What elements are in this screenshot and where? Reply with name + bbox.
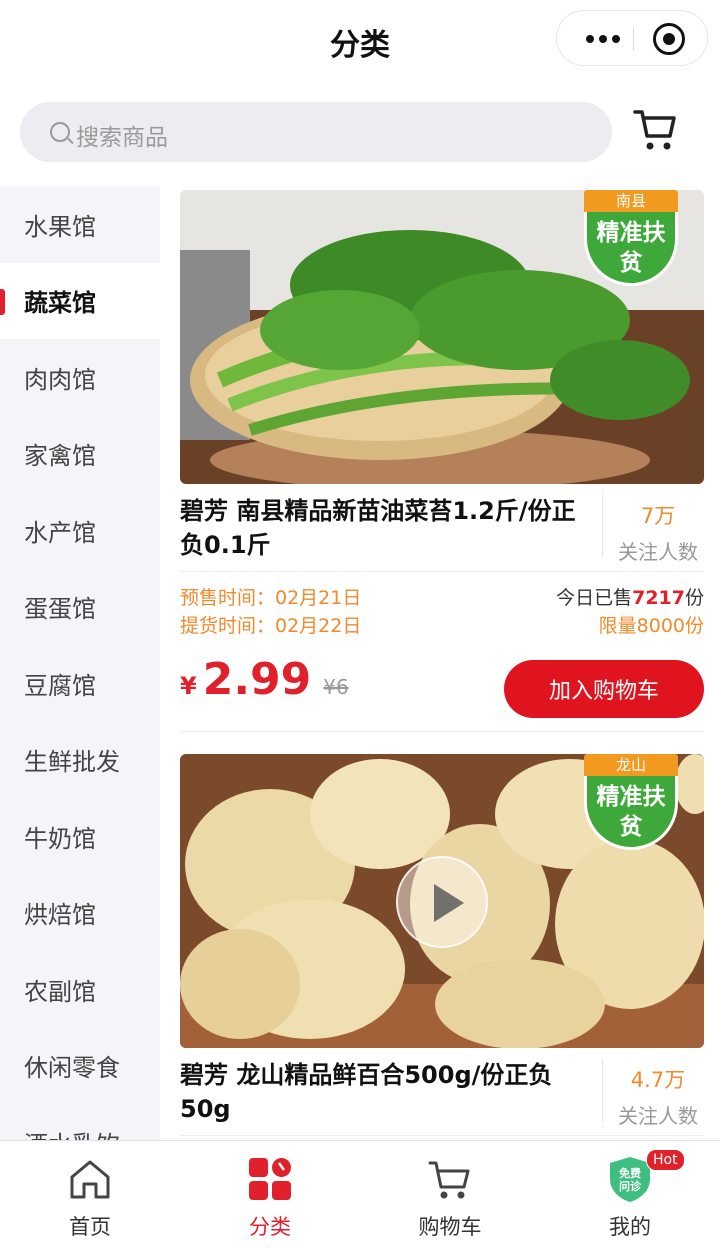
badge-text: 精准扶贫 [584, 212, 678, 286]
presale-times: 预售时间：02月21日 提货时间：02月22日 [180, 584, 361, 640]
category-sidebar: 水果馆 蔬菜馆 肉肉馆 家禽馆 水产馆 蛋蛋馆 豆腐馆 生鲜批发 牛奶馆 烘焙馆… [0, 186, 160, 1140]
tab-category[interactable]: 分类 [180, 1141, 360, 1248]
title-divider [602, 1058, 603, 1122]
sidebar-item-vegetable[interactable]: 蔬菜馆 [0, 262, 160, 339]
fans-info: 4.7万 关注人数 [612, 1064, 704, 1129]
poverty-relief-badge: 龙山 精准扶贫 [584, 754, 678, 850]
close-target-icon[interactable] [653, 23, 685, 55]
product-image-greens[interactable]: 南县 精准扶贫 [180, 190, 704, 484]
fans-count: 4.7万 [630, 1068, 686, 1092]
sidebar-item-drinks[interactable]: 酒水乳饮 [0, 1104, 160, 1140]
sidebar-item-milk[interactable]: 牛奶馆 [0, 798, 160, 875]
tab-label: 购物车 [418, 1215, 482, 1239]
product-title[interactable]: 碧芳 龙山精品鲜百合500g/份正负50g [180, 1058, 580, 1126]
original-price: ¥6 [323, 675, 349, 699]
nav-header: 分类 [0, 0, 720, 80]
search-icon [50, 122, 70, 142]
search-placeholder: 搜索商品 [76, 125, 168, 151]
price-value: 2.99 [202, 654, 312, 705]
sidebar-item-snacks[interactable]: 休闲零食 [0, 1028, 160, 1105]
tab-cart[interactable]: 购物车 [360, 1141, 540, 1248]
home-icon [70, 1160, 110, 1199]
presale-time: 预售时间：02月21日 [180, 587, 362, 609]
sidebar-item-farm[interactable]: 农副馆 [0, 951, 160, 1028]
badge-text: 精准扶贫 [584, 776, 678, 850]
product-title-row: 碧芳 龙山精品鲜百合500g/份正负50g 4.7万 关注人数 [180, 1048, 704, 1136]
product-title[interactable]: 碧芳 南县精品新苗油菜苔1.2斤/份正负0.1斤 [180, 494, 580, 562]
tab-label: 分类 [249, 1215, 291, 1239]
hot-badge: Hot [646, 1149, 685, 1171]
poverty-relief-badge: 南县 精准扶贫 [584, 190, 678, 286]
mini-program-capsule [556, 10, 708, 66]
sidebar-item-poultry[interactable]: 家禽馆 [0, 416, 160, 493]
sidebar-item-fruit[interactable]: 水果馆 [0, 186, 160, 263]
cart-icon[interactable] [632, 104, 678, 154]
sidebar-item-eggs[interactable]: 蛋蛋馆 [0, 569, 160, 646]
icon-text-line2: 问诊 [619, 1179, 642, 1193]
sales-info: 今日已售7217份 限量8000份 [556, 584, 704, 640]
sold-today: 今日已售7217份 [556, 584, 704, 612]
sold-count: 7217 [632, 587, 685, 609]
sidebar-item-meat[interactable]: 肉肉馆 [0, 339, 160, 416]
sidebar-item-bakery[interactable]: 烘焙馆 [0, 875, 160, 952]
product-card[interactable]: 南县 精准扶贫 碧芳 南县精品新苗油菜苔1.2斤/份正负0.1斤 7万 关注人数… [180, 190, 704, 732]
sidebar-item-tofu[interactable]: 豆腐馆 [0, 645, 160, 722]
cart-icon [428, 1161, 470, 1199]
fans-count: 7万 [640, 504, 676, 528]
sold-suffix: 份 [684, 587, 704, 609]
product-title-row: 碧芳 南县精品新苗油菜苔1.2斤/份正负0.1斤 7万 关注人数 [180, 484, 704, 572]
sidebar-item-wholesale[interactable]: 生鲜批发 [0, 722, 160, 799]
fans-info: 7万 关注人数 [612, 500, 704, 565]
add-to-cart-button[interactable]: 加入购物车 [504, 660, 704, 718]
sold-prefix: 今日已售 [556, 587, 633, 609]
tab-home[interactable]: 首页 [0, 1141, 180, 1248]
product-image-lily[interactable]: 龙山 精准扶贫 [180, 754, 704, 1048]
product-info: 预售时间：02月21日 提货时间：02月22日 今日已售7217份 限量8000… [180, 572, 704, 732]
currency-symbol: ¥ [180, 672, 197, 700]
capsule-divider [633, 27, 634, 51]
play-video-icon[interactable] [396, 856, 488, 948]
title-divider [602, 494, 603, 558]
limit-quantity: 限量8000份 [598, 615, 704, 637]
search-input[interactable]: 搜索商品 [20, 102, 612, 162]
product-card[interactable]: 龙山 精准扶贫 碧芳 龙山精品鲜百合500g/份正负50g 4.7万 关注人数 [180, 754, 704, 1136]
category-icon [249, 1158, 291, 1200]
badge-region: 南县 [584, 190, 678, 212]
tab-label: 首页 [69, 1215, 111, 1239]
fans-label: 关注人数 [618, 1104, 698, 1128]
badge-region: 龙山 [584, 754, 678, 776]
pickup-time: 提货时间：02月22日 [180, 615, 362, 637]
sidebar-item-seafood[interactable]: 水产馆 [0, 492, 160, 569]
card-gap [160, 732, 720, 754]
product-list: 南县 精准扶贫 碧芳 南县精品新苗油菜苔1.2斤/份正负0.1斤 7万 关注人数… [160, 186, 720, 1140]
tab-mine[interactable]: 免费 问诊 Hot 我的 [540, 1141, 720, 1248]
more-icon[interactable] [575, 25, 631, 53]
fans-label: 关注人数 [618, 540, 698, 564]
price: ¥2.99 ¥6 [180, 654, 349, 705]
tab-label: 我的 [609, 1215, 651, 1239]
bottom-tab-bar: 首页 分类 购物车 免费 问诊 Hot 我的 [0, 1140, 720, 1248]
icon-text-line1: 免费 [619, 1166, 641, 1180]
